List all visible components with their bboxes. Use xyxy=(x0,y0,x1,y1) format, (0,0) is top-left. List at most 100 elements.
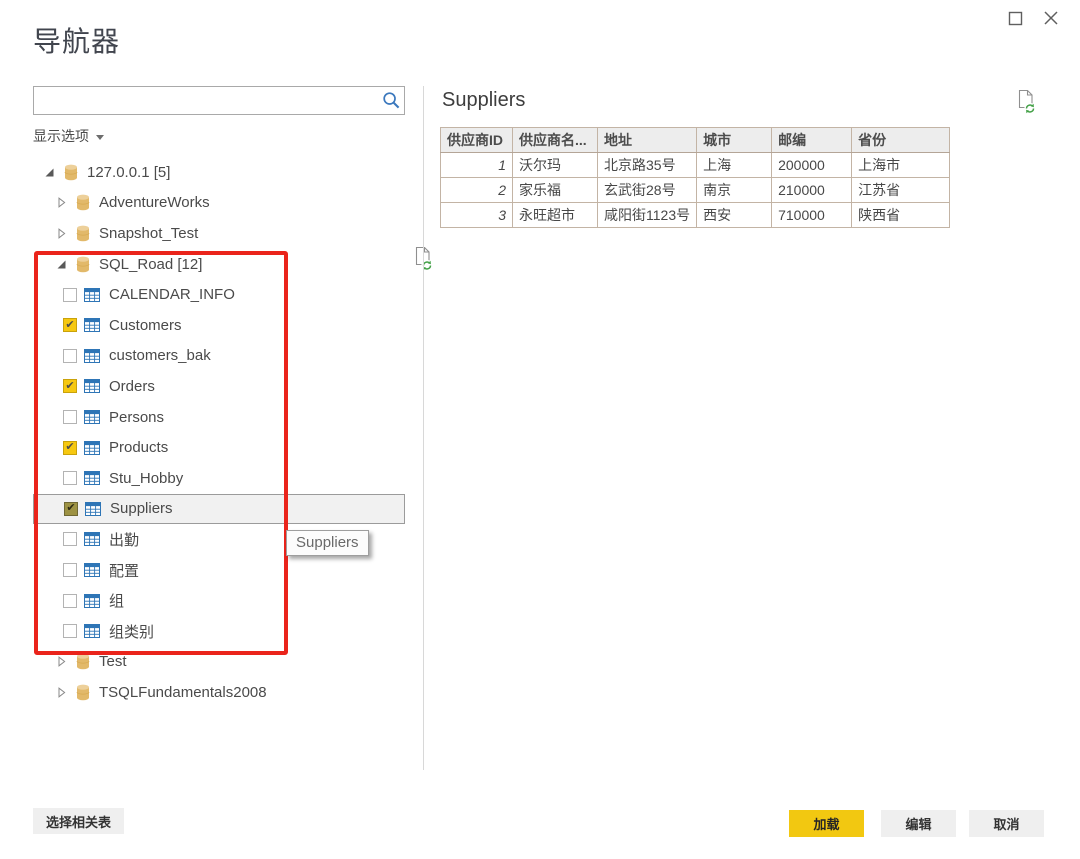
preview-table-header-row: 供应商ID供应商名...地址城市邮编省份 xyxy=(441,128,950,153)
tree-item-AdventureWorks[interactable]: AdventureWorks xyxy=(33,188,405,219)
column-header: 地址 xyxy=(598,128,697,153)
chevron-down-icon xyxy=(96,135,104,140)
table-cell: 西安 xyxy=(697,203,772,228)
table-cell: 210000 xyxy=(772,178,852,203)
table-row: 3永旺超市咸阳街1123号西安710000陕西省 xyxy=(441,203,950,228)
tree-item-label: Snapshot_Test xyxy=(99,225,198,242)
tree-item-label: CALENDAR_INFO xyxy=(109,286,235,303)
database-icon xyxy=(76,256,90,273)
tree-item-Suppliers[interactable]: ✔ Suppliers xyxy=(33,494,405,525)
table-cell: 1 xyxy=(441,153,513,178)
expanded-triangle-icon[interactable] xyxy=(56,259,68,270)
table-icon xyxy=(84,349,100,363)
tree-item-label: Suppliers xyxy=(110,500,173,517)
cancel-button[interactable]: 取消 xyxy=(969,810,1044,837)
refresh-preview-icon[interactable] xyxy=(1016,89,1037,120)
tree-item-配置[interactable]: 配置 xyxy=(33,555,405,586)
tree-item-Customers[interactable]: ✔ Customers xyxy=(33,310,405,341)
close-button[interactable] xyxy=(1038,6,1064,30)
search-input[interactable] xyxy=(34,87,378,114)
search-icon xyxy=(378,91,404,110)
tree-item-SQL_Road [12][interactable]: SQL_Road [12] xyxy=(33,249,405,280)
tree-item-label: Stu_Hobby xyxy=(109,470,183,487)
tree-item-label: Persons xyxy=(109,409,164,426)
table-checkbox[interactable]: ✔ xyxy=(64,502,78,516)
table-cell: 上海市 xyxy=(852,153,950,178)
expanded-triangle-icon[interactable] xyxy=(44,167,56,178)
select-related-tables-button[interactable]: 选择相关表 xyxy=(33,808,124,834)
table-checkbox[interactable] xyxy=(63,563,77,577)
table-icon xyxy=(84,441,100,455)
column-header: 省份 xyxy=(852,128,950,153)
collapsed-triangle-icon[interactable] xyxy=(56,197,68,208)
tree-item-label: SQL_Road [12] xyxy=(99,256,202,273)
tree-item-Test[interactable]: Test xyxy=(33,647,405,678)
table-checkbox[interactable]: ✔ xyxy=(63,441,77,455)
tree-item-Products[interactable]: ✔Products xyxy=(33,432,405,463)
table-cell: 家乐福 xyxy=(513,178,598,203)
table-checkbox[interactable] xyxy=(63,288,77,302)
tree-item-TSQLFundamentals2008[interactable]: TSQLFundamentals2008 xyxy=(33,677,405,708)
table-cell: 2 xyxy=(441,178,513,203)
tooltip: Suppliers xyxy=(286,530,369,556)
table-icon xyxy=(84,410,100,424)
display-options-dropdown[interactable]: 显示选项 xyxy=(33,126,104,146)
table-cell: 永旺超市 xyxy=(513,203,598,228)
table-cell: 上海 xyxy=(697,153,772,178)
maximize-button[interactable] xyxy=(1002,6,1028,30)
collapsed-triangle-icon[interactable] xyxy=(56,656,68,667)
tree-item-Snapshot_Test[interactable]: Snapshot_Test xyxy=(33,218,405,249)
search-box[interactable] xyxy=(33,86,405,115)
tree-item-Stu_Hobby[interactable]: Stu_Hobby xyxy=(33,463,405,494)
tree-item-CALENDAR_INFO[interactable]: CALENDAR_INFO xyxy=(33,279,405,310)
tree-item-label: Customers xyxy=(109,317,182,334)
tree-item-label: customers_bak xyxy=(109,347,211,364)
page-title: 导航器 xyxy=(33,20,120,60)
table-row: 2家乐福玄武街28号南京210000江苏省 xyxy=(441,178,950,203)
tree-item-组类别[interactable]: 组类别 xyxy=(33,616,405,647)
table-checkbox[interactable] xyxy=(63,410,77,424)
table-checkbox[interactable] xyxy=(63,349,77,363)
display-options-label: 显示选项 xyxy=(33,126,89,146)
table-checkbox[interactable]: ✔ xyxy=(63,318,77,332)
tree-item-label: 127.0.0.1 [5] xyxy=(87,164,170,181)
database-icon xyxy=(64,164,78,181)
table-cell: 沃尔玛 xyxy=(513,153,598,178)
table-cell: 南京 xyxy=(697,178,772,203)
tree-item-customers_bak[interactable]: customers_bak xyxy=(33,341,405,372)
maximize-icon xyxy=(1008,11,1023,26)
table-cell: 710000 xyxy=(772,203,852,228)
table-icon xyxy=(84,288,100,302)
tree-item-组[interactable]: 组 xyxy=(33,585,405,616)
table-checkbox[interactable] xyxy=(63,532,77,546)
table-checkbox[interactable] xyxy=(63,594,77,608)
tree-item-Persons[interactable]: Persons xyxy=(33,402,405,433)
database-icon xyxy=(76,225,90,242)
tree-item-label: 出勤 xyxy=(109,529,139,550)
tree-item-label: Orders xyxy=(109,378,155,395)
table-checkbox[interactable]: ✔ xyxy=(63,379,77,393)
tree-item-label: AdventureWorks xyxy=(99,194,210,211)
load-button[interactable]: 加载 xyxy=(789,810,864,837)
edit-button[interactable]: 编辑 xyxy=(881,810,956,837)
tree-item-Orders[interactable]: ✔ Orders xyxy=(33,371,405,402)
table-icon xyxy=(84,532,100,546)
table-cell: 200000 xyxy=(772,153,852,178)
table-cell: 江苏省 xyxy=(852,178,950,203)
column-header: 供应商名... xyxy=(513,128,598,153)
table-row: 1沃尔玛北京路35号上海200000上海市 xyxy=(441,153,950,178)
table-cell: 陕西省 xyxy=(852,203,950,228)
tree-item-label: 配置 xyxy=(109,560,139,581)
close-icon xyxy=(1043,10,1059,26)
table-icon xyxy=(84,563,100,577)
table-checkbox[interactable] xyxy=(63,471,77,485)
column-header: 供应商ID xyxy=(441,128,513,153)
tree-item-127.0.0.1 [5][interactable]: 127.0.0.1 [5] xyxy=(33,157,405,188)
collapsed-triangle-icon[interactable] xyxy=(56,228,68,239)
table-checkbox[interactable] xyxy=(63,624,77,638)
collapsed-triangle-icon[interactable] xyxy=(56,687,68,698)
preview-table-body: 1沃尔玛北京路35号上海200000上海市2家乐福玄武街28号南京210000江… xyxy=(441,153,950,228)
panel-divider xyxy=(423,86,424,770)
table-icon xyxy=(84,471,100,485)
table-cell: 咸阳街1123号 xyxy=(598,203,697,228)
